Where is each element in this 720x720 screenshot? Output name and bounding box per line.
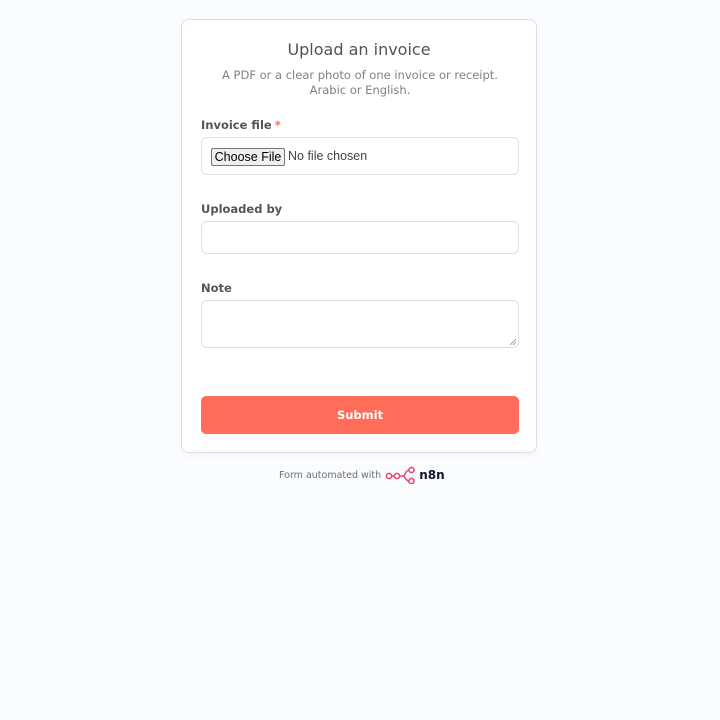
resize-grip-icon[interactable] <box>509 338 516 345</box>
form-title: Upload an invoice <box>287 40 431 59</box>
form-subtitle: A PDF or a clear photo of one invoice or… <box>222 68 498 97</box>
note-textarea[interactable] <box>201 300 519 348</box>
required-asterisk: * <box>274 118 281 132</box>
n8n-logo-icon[interactable] <box>385 466 417 484</box>
note-label: Note <box>201 281 232 295</box>
footer-text: Form automated with <box>279 469 382 481</box>
invoice-file-label: Invoice file * <box>201 118 281 132</box>
choose-file-button[interactable]: Choose File <box>211 148 285 166</box>
uploaded-by-input[interactable] <box>201 221 519 254</box>
invoice-file-input[interactable]: Choose File No file chosen <box>201 137 519 175</box>
file-status-text: No file chosen <box>288 149 368 163</box>
n8n-brand-text[interactable]: n8n <box>419 468 444 482</box>
footer: Form automated with n8n <box>279 465 445 485</box>
invoice-file-label-text: Invoice file <box>201 118 272 132</box>
form-card: Upload an invoice A PDF or a clear photo… <box>181 19 537 453</box>
submit-button[interactable]: Submit <box>201 396 519 434</box>
uploaded-by-label: Uploaded by <box>201 202 283 216</box>
